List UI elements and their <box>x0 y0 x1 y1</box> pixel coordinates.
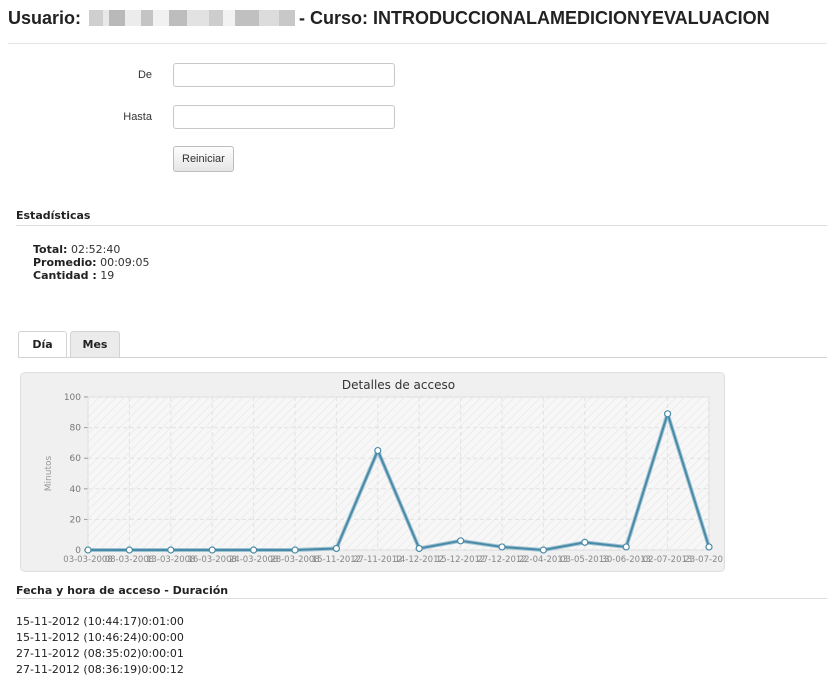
stat-total-label: Total: <box>33 243 68 256</box>
stats-summary: Total: 02:52:40 Promedio: 00:09:05 Canti… <box>33 243 149 282</box>
stat-average-value: 00:09:05 <box>100 256 150 269</box>
data-point <box>457 537 465 545</box>
stat-total-value: 02:52:40 <box>70 243 121 256</box>
stat-count: Cantidad : 19 <box>33 269 149 282</box>
data-point <box>125 546 134 554</box>
log-row: 15-11-2012 (10:44:17)0:01:00 <box>16 614 184 630</box>
redacted-username <box>89 10 296 26</box>
stat-average-label: Promedio: <box>33 256 97 269</box>
tab-dia[interactable]: Día <box>18 331 67 358</box>
title-divider <box>8 43 827 44</box>
stats-divider <box>16 225 827 226</box>
tabs-divider <box>18 357 827 358</box>
from-date-input[interactable] <box>173 63 395 87</box>
reset-button[interactable]: Reiniciar <box>173 146 234 172</box>
y-tick-label: 100 <box>64 393 81 403</box>
data-point <box>539 546 548 554</box>
log-datetime: 27-11-2012 (08:35:02) <box>16 647 142 660</box>
from-label: De <box>137 69 152 81</box>
access-chart: Detalles de acceso Minutos 0 20 40 60 80 100 03-… <box>20 372 725 572</box>
page-title: Usuario: - Curso: INTRODUCCIONALAMEDICION… <box>8 8 770 29</box>
stat-average: Promedio: 00:09:05 <box>33 256 149 269</box>
data-point <box>374 446 382 455</box>
stat-count-label: Cantidad : <box>33 269 97 282</box>
y-axis-label: Minutos <box>44 455 54 491</box>
to-label: Hasta <box>123 111 152 123</box>
stat-count-value: 19 <box>100 269 115 282</box>
data-point <box>84 546 92 554</box>
log-row: 27-11-2012 (08:35:02)0:00:01 <box>16 646 184 662</box>
data-point <box>332 544 340 553</box>
log-title: Fecha y hora de acceso - Duración <box>16 584 229 597</box>
data-point <box>581 538 589 546</box>
y-tick-label: 80 <box>70 424 82 434</box>
y-tick-label: 60 <box>70 454 82 464</box>
data-point <box>663 410 672 418</box>
log-row: 27-11-2012 (08:36:19)0:00:12 <box>16 662 184 678</box>
y-tick-label: 40 <box>70 485 82 495</box>
plot-area <box>87 396 710 551</box>
y-tick-label: 20 <box>70 515 82 525</box>
data-point <box>498 543 506 551</box>
access-chart-svg: Detalles de accesoMinutos02040608010003-… <box>44 378 724 565</box>
stats-title: Estadísticas <box>16 209 91 222</box>
chart-title: Detalles de acceso <box>342 378 455 392</box>
stat-total: Total: 02:52:40 <box>33 243 149 256</box>
data-point <box>167 546 175 554</box>
course-title: - Curso: INTRODUCCIONALAMEDICIONYEVALUAC… <box>299 8 770 28</box>
log-duration: 0:01:00 <box>141 615 184 628</box>
log-datetime: 27-11-2012 (08:36:19) <box>16 663 142 676</box>
data-point <box>208 546 216 554</box>
log-duration: 0:00:12 <box>141 663 184 676</box>
data-point <box>705 543 713 551</box>
to-date-input[interactable] <box>173 105 395 129</box>
user-label: Usuario: <box>8 8 82 28</box>
access-log: 15-11-2012 (10:44:17)0:01:00 15-11-2012 … <box>16 614 184 678</box>
log-duration: 0:00:00 <box>141 631 184 644</box>
log-datetime: 15-11-2012 (10:44:17) <box>16 615 142 628</box>
tab-mes[interactable]: Mes <box>70 331 120 358</box>
data-point <box>250 546 258 554</box>
data-point <box>415 544 423 553</box>
x-tick-label: 23-07-2013 <box>684 555 724 565</box>
data-point <box>622 543 630 551</box>
log-divider <box>16 598 827 599</box>
log-duration: 0:00:01 <box>141 647 184 660</box>
log-datetime: 15-11-2012 (10:46:24) <box>16 631 142 644</box>
log-row: 15-11-2012 (10:46:24)0:00:00 <box>16 630 184 646</box>
data-point <box>291 546 299 554</box>
